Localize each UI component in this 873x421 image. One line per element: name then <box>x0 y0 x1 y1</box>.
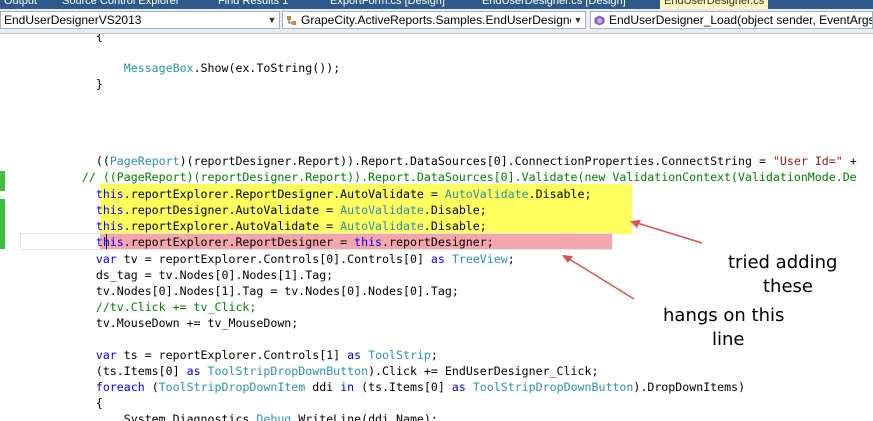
annotation-line: line <box>712 329 745 350</box>
annotation-tried-adding: tried adding <box>728 252 838 273</box>
arrow-to-hanging-line <box>562 255 635 300</box>
arrow-to-added-lines <box>630 220 703 244</box>
annotation-these: these <box>763 276 813 297</box>
annotation-hangs-on-this: hangs on this <box>663 305 785 326</box>
annotation-arrows <box>562 220 703 300</box>
